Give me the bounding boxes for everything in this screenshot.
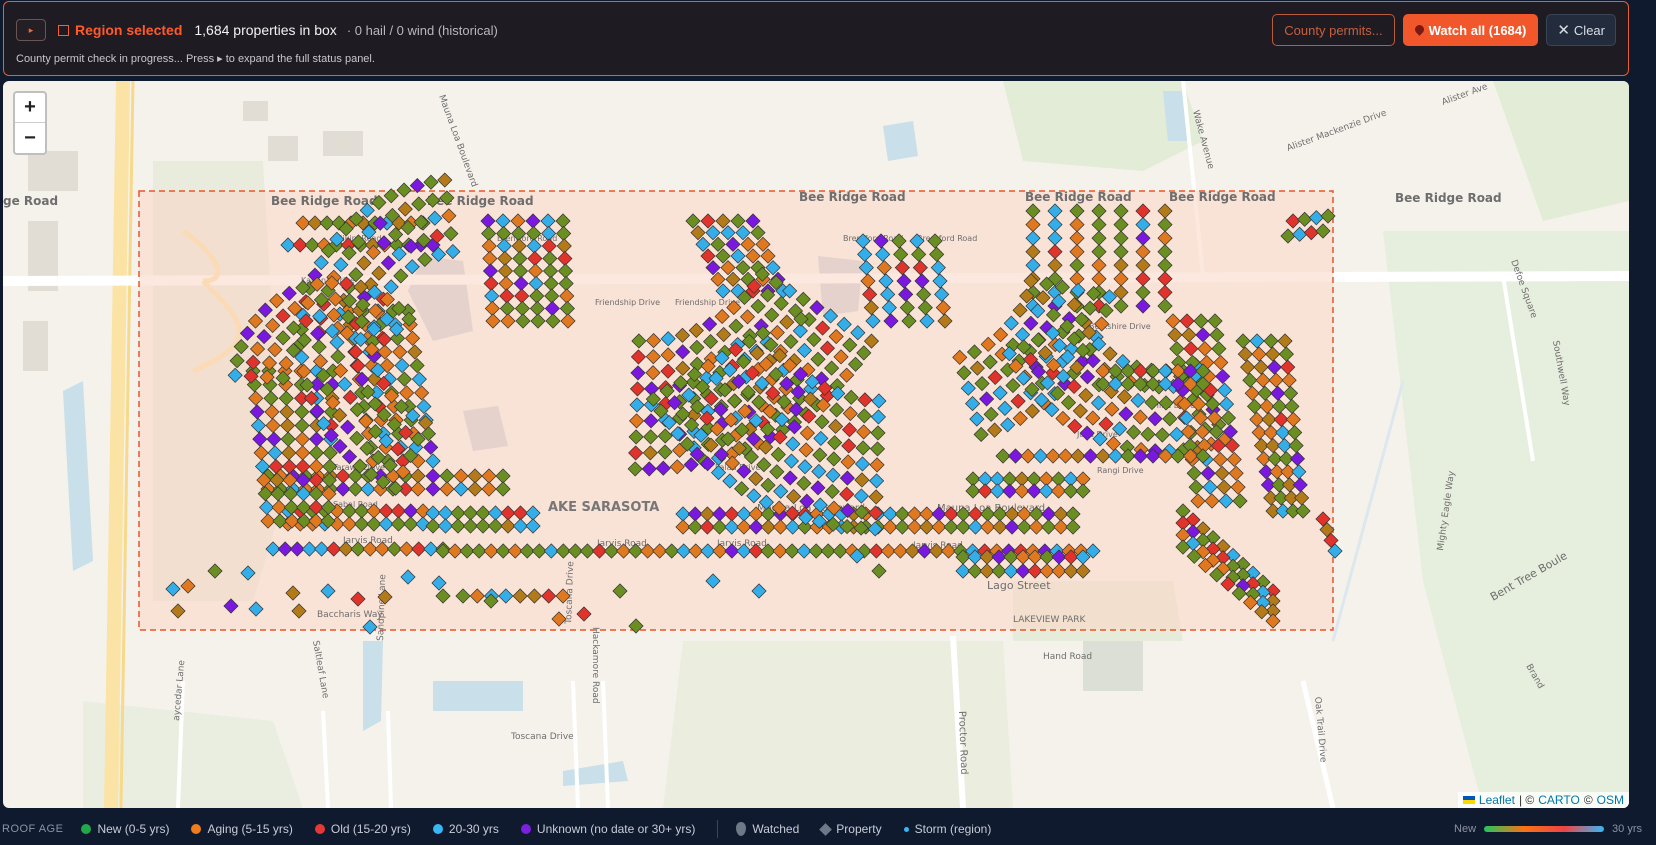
legend-label-new: New (0-5 yrs) bbox=[97, 822, 170, 836]
legend-label-storm: Storm (region) bbox=[914, 822, 992, 836]
label-alister-ave: Alister Ave bbox=[1441, 82, 1490, 108]
watched-pin-icon bbox=[736, 822, 747, 836]
label-mauna-loa-v: Mauna Loa Boulevard bbox=[436, 94, 479, 189]
app-root: ▸ Region selected 1,684 properties in bo… bbox=[0, 0, 1656, 845]
ukraine-flag-icon bbox=[1462, 796, 1475, 804]
label-sandpine: Sandpine Lane bbox=[376, 574, 388, 642]
region-status-panel: ▸ Region selected 1,684 properties in bo… bbox=[3, 1, 1629, 76]
property-marker[interactable] bbox=[437, 172, 453, 188]
legend-item-new: New (0-5 yrs) bbox=[81, 822, 169, 836]
property-count: 1,684 properties in box bbox=[194, 22, 337, 38]
legend-dot-aging bbox=[191, 824, 202, 834]
status-actions: County permits... Watch all (1684) ✕ Cle… bbox=[1272, 14, 1616, 46]
close-icon: ✕ bbox=[1557, 21, 1570, 39]
label-bee-ridge-3: Bee Ridge Road bbox=[799, 190, 906, 204]
region-title-text: Region selected bbox=[75, 22, 183, 38]
label-baccharis: Baccharis Way bbox=[317, 610, 383, 620]
storm-dot-icon bbox=[903, 826, 909, 832]
map-attribution: Leaflet | © CARTO © OSM bbox=[1457, 792, 1629, 808]
legend-label-watched: Watched bbox=[752, 822, 800, 836]
clear-label: Clear bbox=[1573, 22, 1605, 38]
label-toscana: Toscana Drive bbox=[510, 732, 574, 742]
legend-label-old: Old (15-20 yrs) bbox=[330, 822, 411, 836]
label-ge-road: ge Road bbox=[3, 194, 58, 208]
legend-label-unknown: Unknown (no date or 30+ yrs) bbox=[536, 822, 696, 836]
watch-all-button[interactable]: Watch all (1684) bbox=[1402, 14, 1539, 46]
legend-item-aging: Aging (5-15 yrs) bbox=[191, 822, 293, 836]
county-permits-button[interactable]: County permits... bbox=[1272, 14, 1395, 46]
gradient-label-new: New bbox=[1454, 823, 1477, 835]
legend-dot-new bbox=[81, 824, 92, 834]
status-row: ▸ Region selected 1,684 properties in bo… bbox=[16, 14, 1616, 46]
label-hackamore: Hackamore Road bbox=[590, 627, 600, 704]
osm-link[interactable]: OSM bbox=[1597, 793, 1624, 807]
label-friendship-1: Friendship Drive bbox=[595, 298, 660, 307]
legend-item-watched: Watched bbox=[736, 822, 799, 836]
gradient-label-old: 30 yrs bbox=[1612, 823, 1642, 835]
label-proctor-road: Proctor Road bbox=[956, 711, 969, 775]
status-message: County permit check in progress... Press… bbox=[16, 53, 375, 65]
label-bee-ridge-4: Bee Ridge Road bbox=[1025, 190, 1132, 204]
legend-divider bbox=[717, 820, 719, 838]
carto-link[interactable]: CARTO bbox=[1538, 793, 1580, 807]
label-bee-ridge-5: Bee Ridge Road bbox=[1169, 190, 1276, 204]
legend-item-old: Old (15-20 yrs) bbox=[314, 822, 411, 836]
label-bee-ridge-6: Bee Ridge Road bbox=[1395, 191, 1502, 205]
clear-button[interactable]: ✕ Clear bbox=[1546, 14, 1616, 46]
legend-label-property: Property bbox=[836, 822, 882, 836]
leaflet-link[interactable]: Leaflet bbox=[1479, 793, 1515, 807]
map-view[interactable]: ge Road Bee Ridge Road Bee Ridge Road Be… bbox=[3, 81, 1629, 808]
map-canvas[interactable]: ge Road Bee Ridge Road Bee Ridge Road Be… bbox=[3, 81, 1629, 808]
legend-item-storm: Storm (region) bbox=[903, 822, 992, 836]
attribution-sep-2: © bbox=[1583, 793, 1593, 807]
region-title: Region selected bbox=[58, 22, 182, 38]
label-saltleaf: Saltleaf Lane bbox=[310, 640, 330, 700]
legend-label-20-30: 20-30 yrs bbox=[448, 822, 499, 836]
age-gradient-bar bbox=[1484, 826, 1605, 832]
property-diamond-icon bbox=[819, 822, 833, 836]
expand-panel-button[interactable]: ▸ bbox=[16, 19, 46, 41]
legend-item-unknown: Unknown (no date or 30+ yrs) bbox=[520, 822, 696, 836]
watch-all-label: Watch all (1684) bbox=[1428, 22, 1527, 38]
label-brentford-3: Brentford Road bbox=[917, 234, 977, 243]
attribution-sep-1: | © bbox=[1518, 793, 1535, 807]
legend-title: ROOF AGE bbox=[2, 823, 64, 835]
legend-dot-20-30 bbox=[432, 824, 443, 834]
label-bee-ridge-1: Bee Ridge Road bbox=[271, 194, 378, 208]
zoom-out-button[interactable]: − bbox=[15, 123, 45, 153]
age-gradient: New 30 yrs bbox=[1454, 823, 1642, 835]
legend-label-aging: Aging (5-15 yrs) bbox=[207, 822, 293, 836]
label-hand-road: Hand Road bbox=[1043, 652, 1092, 662]
property-marker[interactable] bbox=[423, 174, 439, 190]
legend-dot-old bbox=[314, 824, 325, 834]
label-lago-street: Lago Street bbox=[987, 579, 1051, 592]
legend-item-property: Property bbox=[819, 822, 882, 836]
label-rangi: Rangi Drive bbox=[1097, 466, 1144, 475]
roof-age-legend: ROOF AGE New (0-5 yrs) Aging (5-15 yrs) … bbox=[0, 816, 1656, 842]
hail-wind-summary: · 0 hail / 0 wind (historical) bbox=[346, 22, 498, 38]
label-lakeview-park: LAKEVIEW PARK bbox=[1013, 615, 1086, 625]
label-alister-mackenzie: Alister Mackenzie Drive bbox=[1286, 108, 1389, 154]
pin-icon bbox=[1415, 25, 1424, 36]
region-square-icon bbox=[58, 24, 69, 36]
zoom-control: + − bbox=[13, 91, 47, 155]
zoom-in-button[interactable]: + bbox=[15, 93, 45, 123]
label-lake-sarasota: AKE SARASOTA bbox=[548, 500, 659, 515]
legend-dot-unknown bbox=[520, 824, 531, 834]
legend-item-20-30: 20-30 yrs bbox=[432, 822, 499, 836]
